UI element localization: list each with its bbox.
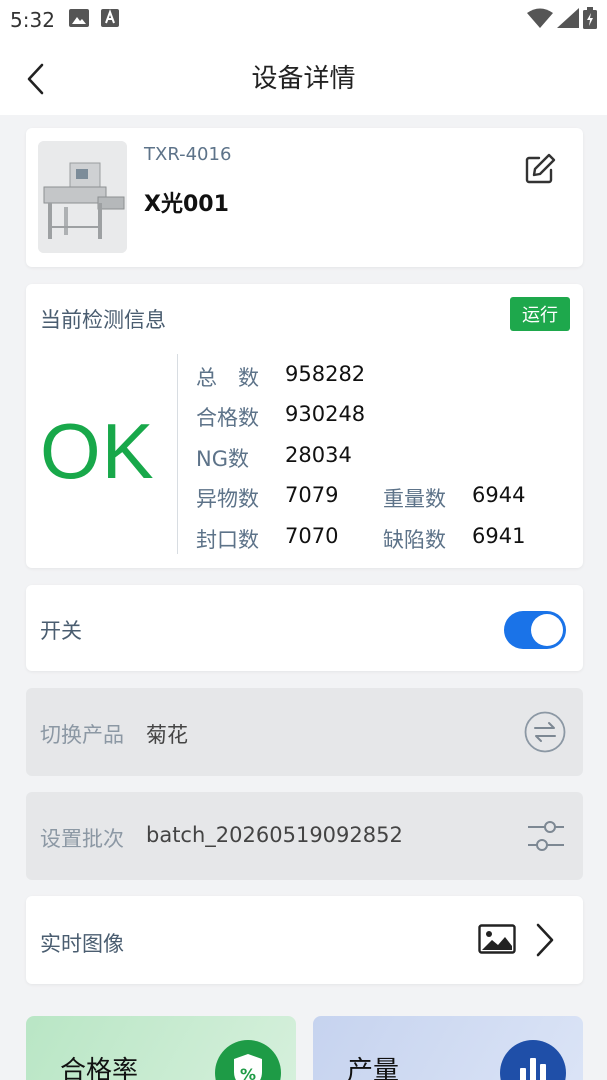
edit-icon xyxy=(525,153,556,184)
detection-result: OK xyxy=(40,407,155,495)
image-icon xyxy=(478,924,516,958)
chevron-right-icon xyxy=(534,922,556,962)
status-badge: 运行 xyxy=(510,297,570,331)
power-toggle[interactable] xyxy=(504,611,566,649)
status-bar: 5:32 xyxy=(0,0,607,40)
seal-label: 封口数 xyxy=(196,528,259,552)
weight-label: 重量数 xyxy=(383,487,446,511)
page-title: 设备详情 xyxy=(251,64,356,94)
pass-label: 合格数 xyxy=(196,406,259,430)
detection-card: 当前检测信息 运行 OK 总 数 958282 合格数 930248 NG数 2… xyxy=(26,284,583,568)
ng-label: NG数 xyxy=(196,447,249,471)
nav-bar: 设备详情 xyxy=(0,40,607,115)
switch-label: 开关 xyxy=(40,619,82,643)
product-label: 切换产品 xyxy=(40,723,124,747)
device-model: TXR-4016 xyxy=(144,144,232,165)
detection-title: 当前检测信息 xyxy=(40,308,166,332)
total-label: 总 数 xyxy=(196,366,259,390)
status-right xyxy=(527,7,597,33)
device-image xyxy=(38,141,127,253)
signal-icon xyxy=(557,8,579,32)
set-batch-row[interactable]: 设置批次 batch_20260519092852 xyxy=(26,792,583,880)
pass-value: 930248 xyxy=(285,402,366,426)
battery-icon xyxy=(583,7,597,33)
svg-text:%: % xyxy=(240,1065,256,1080)
shield-percent-icon: % xyxy=(215,1040,281,1080)
defect-value: 6941 xyxy=(472,524,526,548)
realtime-image-row[interactable]: 实时图像 xyxy=(26,896,583,984)
sliders-icon xyxy=(528,821,564,851)
gallery-icon xyxy=(68,9,89,31)
realtime-label: 实时图像 xyxy=(40,932,124,956)
status-time: 5:32 xyxy=(10,8,55,32)
foreign-value: 7079 xyxy=(285,483,339,507)
text-a-icon xyxy=(100,9,119,31)
foreign-label: 异物数 xyxy=(196,487,259,511)
batch-settings-button[interactable] xyxy=(526,816,566,860)
output-label: 产量 xyxy=(347,1056,400,1080)
wifi-icon xyxy=(527,8,553,32)
edit-button[interactable] xyxy=(523,152,557,186)
pass-rate-label: 合格率 xyxy=(60,1056,139,1080)
switch-product-button[interactable] xyxy=(524,711,566,757)
bar-chart-icon xyxy=(500,1040,566,1080)
pass-rate-tile[interactable]: 合格率 % xyxy=(26,1016,296,1080)
weight-value: 6944 xyxy=(472,483,526,507)
divider xyxy=(177,354,178,554)
batch-value: batch_20260519092852 xyxy=(146,823,403,847)
defect-label: 缺陷数 xyxy=(383,528,446,552)
total-value: 958282 xyxy=(285,362,366,386)
device-card[interactable]: TXR-4016 X光001 xyxy=(26,128,583,267)
toggle-knob xyxy=(531,614,563,646)
switch-card: 开关 xyxy=(26,585,583,671)
swap-icon xyxy=(524,711,566,753)
ng-value: 28034 xyxy=(285,443,352,467)
seal-value: 7070 xyxy=(285,524,339,548)
output-tile[interactable]: 产量 xyxy=(313,1016,583,1080)
product-value: 菊花 xyxy=(146,723,188,747)
batch-label: 设置批次 xyxy=(40,827,124,851)
switch-product-row[interactable]: 切换产品 菊花 xyxy=(26,688,583,776)
device-name: X光001 xyxy=(144,192,229,217)
